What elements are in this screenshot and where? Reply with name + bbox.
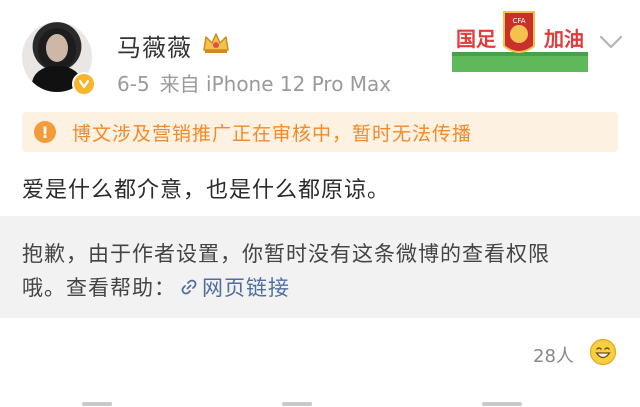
- post-source: 来自 iPhone 12 Pro Max: [159, 72, 392, 96]
- tab-hint-1: [82, 402, 112, 406]
- post-meta: 6-5 来自 iPhone 12 Pro Max: [117, 68, 391, 97]
- smile-emoji-icon[interactable]: [589, 338, 617, 366]
- badge-text-right: 加油: [543, 27, 584, 51]
- tab-hint-2: [282, 402, 312, 406]
- repost-card[interactable]: 抱歉，由于作者设置，你暂时没有这条微博的查看权限 哦。查看帮助： 网页链接: [0, 216, 640, 318]
- bottom-tab-hints: [0, 398, 640, 407]
- repost-help-prefix: 哦。查看帮助：: [22, 276, 176, 300]
- review-notice: ! 博文涉及营销推广正在审核中，暂时无法传播: [22, 112, 618, 152]
- post-date: 6-5: [117, 72, 150, 96]
- badge-emblem: CFA: [512, 17, 525, 25]
- username[interactable]: 马薇薇: [117, 28, 192, 63]
- verified-badge-icon: [72, 72, 96, 96]
- badge-text-left: 国足: [456, 27, 497, 51]
- weibo-post: 马薇薇 6-5 来自 iPhone 12 Pro Max 国足 加油 CFA ! …: [0, 0, 640, 407]
- crown-icon: [203, 33, 229, 53]
- repost-restricted-text: 抱歉，由于作者设置，你暂时没有这条微博的查看权限: [22, 242, 550, 266]
- warning-icon: !: [34, 121, 56, 143]
- link-icon: [181, 279, 197, 295]
- web-link[interactable]: 网页链接: [180, 272, 290, 302]
- like-count: 28人: [533, 346, 574, 367]
- review-notice-text: 博文涉及营销推广正在审核中，暂时无法传播: [72, 122, 473, 145]
- chevron-down-icon[interactable]: [597, 32, 625, 52]
- avatar-face: [46, 34, 68, 62]
- cfa-support-badge: 国足 加油 CFA: [452, 11, 588, 72]
- web-link-label: 网页链接: [202, 276, 290, 300]
- repost-help-line: 哦。查看帮助： 网页链接: [22, 272, 290, 302]
- post-content: 爱是什么都介意，也是什么都原谅。: [22, 178, 391, 203]
- tab-hint-3: [482, 402, 522, 406]
